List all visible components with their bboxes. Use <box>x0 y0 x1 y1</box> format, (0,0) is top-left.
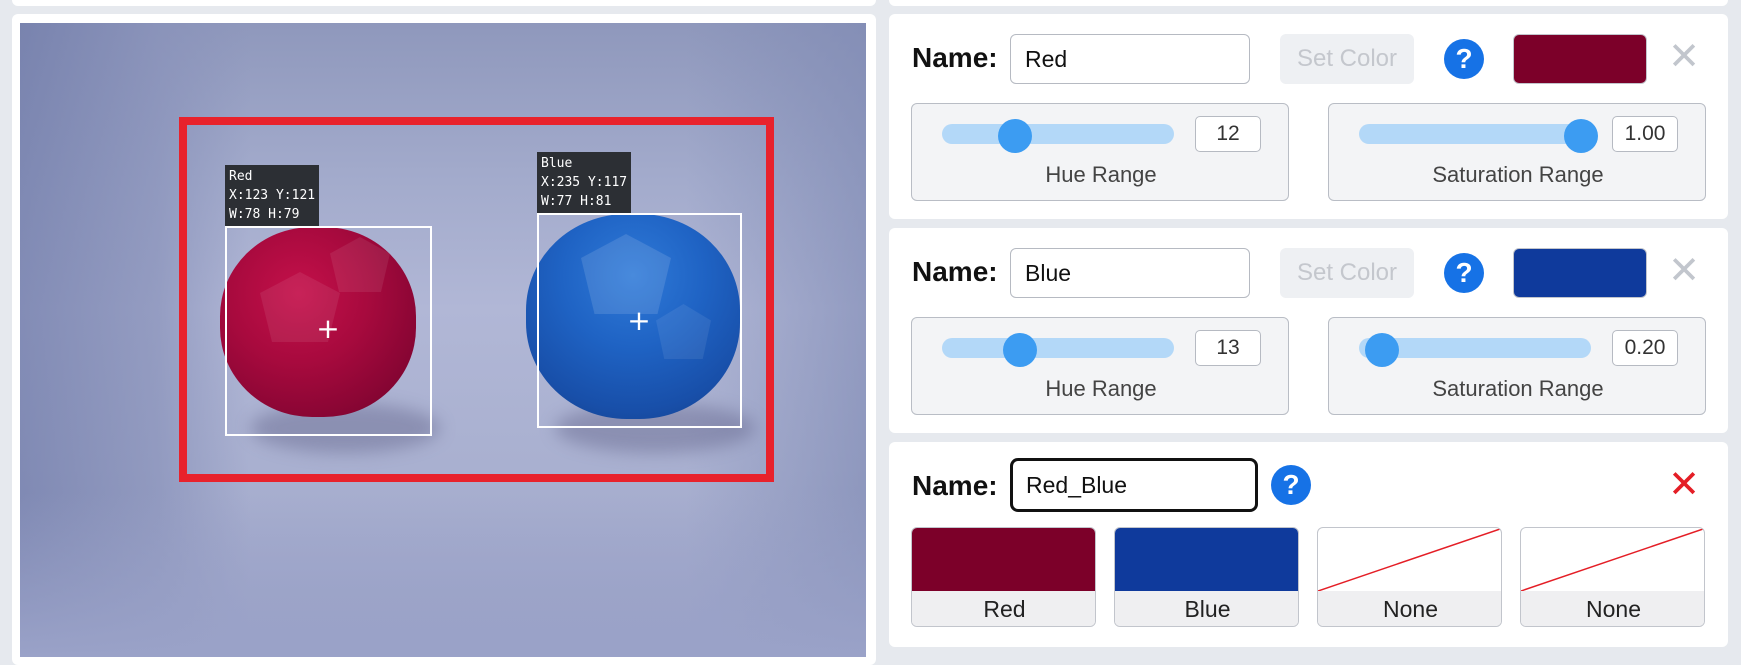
camera-panel: Red X:123 Y:121 W:78 H:79 + Blue X:235 Y… <box>12 14 876 665</box>
none-slash-icon <box>1318 528 1501 591</box>
color-swatch[interactable] <box>1513 248 1647 298</box>
name-input[interactable] <box>1010 458 1258 512</box>
combo-slot-1[interactable]: Red <box>911 527 1096 627</box>
help-button[interactable]: ? <box>1444 253 1484 293</box>
set-color-button[interactable]: Set Color <box>1280 34 1414 84</box>
color-card-red: Name: Set Color ? ✕ 12 Hue Range 1.00 Sa… <box>889 14 1728 219</box>
color-card-blue: Name: Set Color ? ✕ 13 Hue Range 0.20 Sa… <box>889 228 1728 433</box>
slider-track[interactable] <box>942 124 1174 144</box>
set-color-button[interactable]: Set Color <box>1280 248 1414 298</box>
camera-floor <box>20 493 866 657</box>
detection-label-blue: Blue X:235 Y:117 W:77 H:81 <box>537 152 632 213</box>
name-label: Name: <box>912 256 998 287</box>
combo-slot-label: Red <box>912 591 1095 626</box>
name-input[interactable] <box>1010 34 1250 84</box>
crosshair-red: + <box>316 312 340 345</box>
slider-thumb[interactable] <box>1365 333 1399 367</box>
combo-slot-2[interactable]: Blue <box>1114 527 1299 627</box>
name-input[interactable] <box>1010 248 1250 298</box>
hue-range-slider: 12 Hue Range <box>911 103 1289 201</box>
slider-value[interactable]: 12 <box>1195 116 1261 152</box>
slider-caption: Saturation Range <box>1432 162 1604 187</box>
color-swatch[interactable] <box>1513 34 1647 84</box>
top-strip-left <box>12 0 876 6</box>
close-icon[interactable]: ✕ <box>1665 38 1703 76</box>
combo-slot-label: None <box>1521 591 1704 626</box>
combo-slot-color <box>1115 528 1298 591</box>
slider-caption: Hue Range <box>1045 162 1157 187</box>
combo-slot-label: Blue <box>1115 591 1298 626</box>
name-label: Name: <box>912 470 998 501</box>
help-button[interactable]: ? <box>1271 465 1311 505</box>
camera-view[interactable]: Red X:123 Y:121 W:78 H:79 + Blue X:235 Y… <box>20 23 866 657</box>
crosshair-blue: + <box>627 304 651 337</box>
combo-slot-4[interactable]: None <box>1520 527 1705 627</box>
slider-track[interactable] <box>1359 124 1591 144</box>
close-icon[interactable]: ✕ <box>1665 252 1703 290</box>
name-label: Name: <box>912 42 998 73</box>
none-slash-icon <box>1521 528 1704 591</box>
slider-value[interactable]: 1.00 <box>1612 116 1678 152</box>
close-icon[interactable]: ✕ <box>1665 466 1703 504</box>
slider-caption: Hue Range <box>1045 376 1157 401</box>
slider-value[interactable]: 13 <box>1195 330 1261 366</box>
combo-slot-color <box>912 528 1095 591</box>
slider-value[interactable]: 0.20 <box>1612 330 1678 366</box>
slider-thumb[interactable] <box>1564 119 1598 153</box>
detection-label-red: Red X:123 Y:121 W:78 H:79 <box>225 165 320 226</box>
slider-thumb[interactable] <box>998 119 1032 153</box>
color-combo-card: Name: ? ✕ Red Blue None None <box>889 442 1728 647</box>
slider-track[interactable] <box>942 338 1174 358</box>
saturation-range-slider: 0.20 Saturation Range <box>1328 317 1706 415</box>
hue-range-slider: 13 Hue Range <box>911 317 1289 415</box>
combo-slot-label: None <box>1318 591 1501 626</box>
help-button[interactable]: ? <box>1444 39 1484 79</box>
combo-slot-3[interactable]: None <box>1317 527 1502 627</box>
saturation-range-slider: 1.00 Saturation Range <box>1328 103 1706 201</box>
slider-thumb[interactable] <box>1003 333 1037 367</box>
top-strip-right <box>889 0 1728 6</box>
slider-caption: Saturation Range <box>1432 376 1604 401</box>
